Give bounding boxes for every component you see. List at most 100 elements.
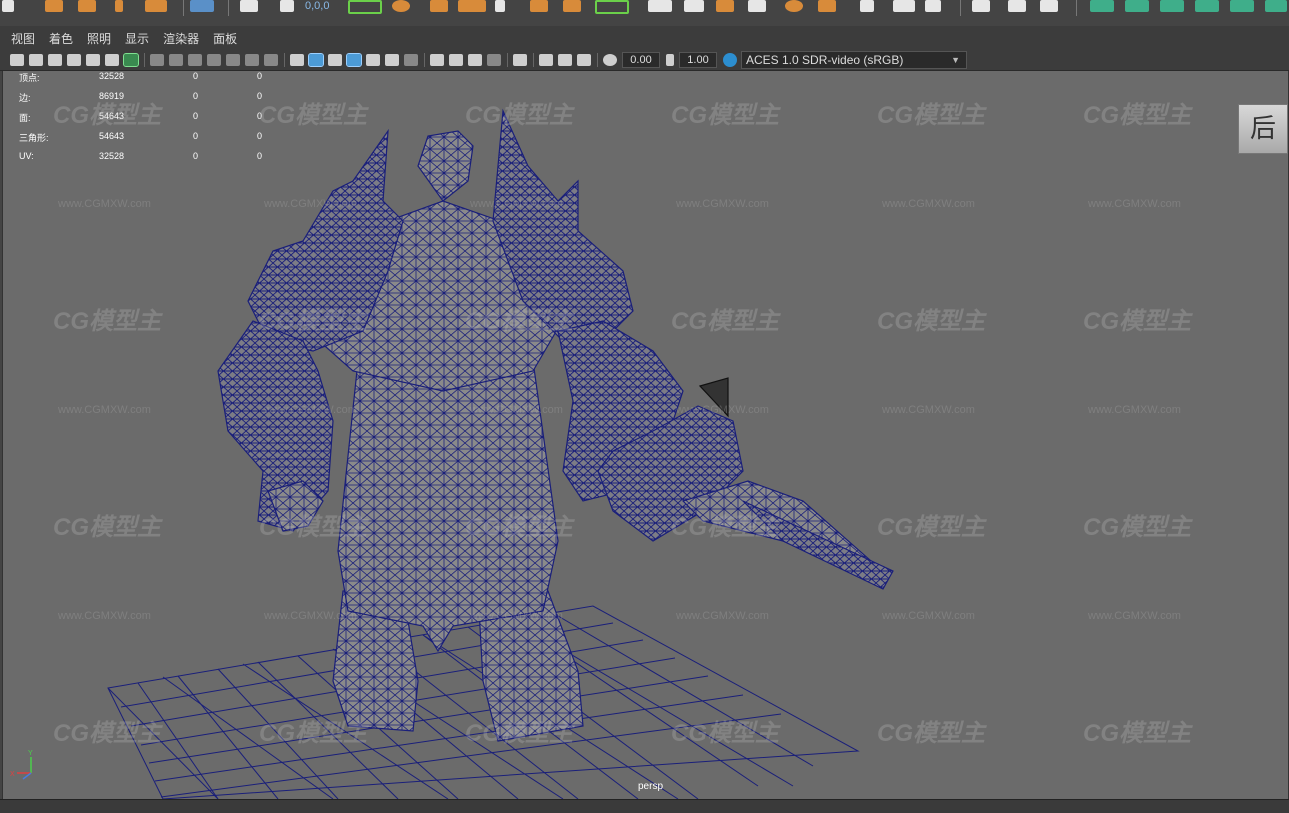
hud-stat-label: 顶点: xyxy=(19,73,40,83)
exposure-field[interactable]: 0.00 xyxy=(622,52,660,68)
use-all-lights-icon[interactable] xyxy=(385,54,399,66)
shelf-snap-icon[interactable] xyxy=(240,0,258,12)
shelf-uv4-icon[interactable] xyxy=(1195,0,1219,12)
shelf-uv6-icon[interactable] xyxy=(1265,0,1287,12)
wireframe-on-shaded-icon[interactable] xyxy=(346,53,362,67)
menu-renderer[interactable]: 渲染器 xyxy=(156,30,206,48)
shelf-cone-icon[interactable] xyxy=(563,0,581,12)
color-management-icon[interactable] xyxy=(723,53,737,67)
hud-stat-value: 0 xyxy=(193,71,199,81)
xray-icon[interactable] xyxy=(539,54,553,66)
shelf-plane-icon[interactable] xyxy=(495,0,505,12)
shelf-sphere-icon[interactable] xyxy=(430,0,448,12)
menu-lighting[interactable]: 照明 xyxy=(80,30,118,48)
safe-action-icon[interactable] xyxy=(245,54,259,66)
shelf-ball-icon[interactable] xyxy=(785,0,803,12)
shelf-cube-icon[interactable] xyxy=(458,0,486,12)
panel-header: 视图 着色 照明 显示 渲染器 面板 0.00 1.00 ACES 1.0 SD… xyxy=(0,26,1289,71)
camera-attributes-icon[interactable] xyxy=(29,54,43,66)
image-plane-icon[interactable] xyxy=(67,54,81,66)
shelf-bridge-icon[interactable] xyxy=(716,0,734,12)
menu-shading[interactable]: 着色 xyxy=(42,30,80,48)
bookmark-icon[interactable] xyxy=(48,54,62,66)
viewport-toolbar: 0.00 1.00 ACES 1.0 SDR-video (sRGB) ▼ xyxy=(10,51,967,69)
shelf-toolbar: 0,0,0 xyxy=(0,0,1289,27)
gamma-field[interactable]: 1.00 xyxy=(679,52,717,68)
shelf-move-icon[interactable] xyxy=(45,0,63,12)
hud-stat-label: 面: xyxy=(19,113,31,123)
toolbar-divider xyxy=(533,53,534,67)
viewport-persp[interactable]: 顶点: 32528 0 0 边: 86919 0 0 面: 54643 0 0 … xyxy=(2,71,1289,799)
shelf-nudge-icon[interactable] xyxy=(280,0,294,12)
screen-space-ao-icon[interactable] xyxy=(430,54,444,66)
resolution-gate-icon[interactable] xyxy=(188,54,202,66)
toolbar-divider xyxy=(284,53,285,67)
shelf-split-icon[interactable] xyxy=(818,0,836,12)
hud-stat-value: 32528 xyxy=(99,71,125,81)
toolbar-divider xyxy=(424,53,425,67)
shelf-extrude-icon[interactable] xyxy=(648,0,672,12)
xray-joints-icon[interactable] xyxy=(577,54,591,66)
shelf-pen-icon[interactable] xyxy=(972,0,990,12)
view-cube[interactable]: 后 xyxy=(1238,104,1288,154)
axis-z-line xyxy=(22,772,32,780)
hud-stat-label: UV: xyxy=(19,151,34,161)
shelf-shape-icon[interactable] xyxy=(145,0,167,12)
shelf-uv2-icon[interactable] xyxy=(1125,0,1149,12)
shelf-curve-icon[interactable] xyxy=(1040,0,1058,12)
smooth-shade-icon[interactable] xyxy=(308,53,324,67)
grease-pencil-icon[interactable] xyxy=(123,53,139,67)
shelf-merge-icon[interactable] xyxy=(748,0,766,12)
shelf-select-icon[interactable] xyxy=(348,0,382,14)
toolbar-divider xyxy=(144,53,145,67)
shelf-cylinder-icon[interactable] xyxy=(530,0,548,12)
safe-title-icon[interactable] xyxy=(264,54,278,66)
shelf-grid-icon[interactable] xyxy=(190,0,214,12)
wireframe-mode-icon[interactable] xyxy=(290,54,304,66)
hud-stat-value: 0 xyxy=(257,151,263,161)
shelf-bevel-icon[interactable] xyxy=(684,0,704,12)
gamma-icon[interactable] xyxy=(666,54,674,66)
shelf-combine-icon[interactable] xyxy=(595,0,629,14)
motion-blur-icon[interactable] xyxy=(449,54,463,66)
film-gate-icon[interactable] xyxy=(169,54,183,66)
grid-toggle-icon[interactable] xyxy=(150,54,164,66)
shelf-joint-icon[interactable] xyxy=(1008,0,1026,12)
menu-show[interactable]: 显示 xyxy=(118,30,156,48)
color-space-dropdown[interactable]: ACES 1.0 SDR-video (sRGB) ▼ xyxy=(741,51,967,69)
camera-name-label: persp xyxy=(638,781,664,792)
menu-view[interactable]: 视图 xyxy=(4,30,42,48)
shelf-divider xyxy=(960,0,961,16)
anti-aliasing-icon[interactable] xyxy=(468,54,482,66)
shelf-divider xyxy=(228,0,229,16)
shelf-rotate-icon[interactable] xyxy=(78,0,96,12)
field-chart-icon[interactable] xyxy=(226,54,240,66)
shelf-divider xyxy=(183,0,184,16)
xray-active-icon[interactable] xyxy=(558,54,572,66)
shelf-arrow-down-icon[interactable] xyxy=(860,0,874,12)
shelf-scale-icon[interactable] xyxy=(115,0,123,12)
toolbar-divider xyxy=(597,53,598,67)
shelf-menu-icon[interactable] xyxy=(2,0,14,12)
shelf-uv3-icon[interactable] xyxy=(1160,0,1184,12)
depth-of-field-icon[interactable] xyxy=(487,54,501,66)
two-d-pan-icon[interactable] xyxy=(105,54,119,66)
shelf-circle-icon[interactable] xyxy=(392,0,410,12)
camera-icon[interactable] xyxy=(10,54,24,66)
shelf-uv-icon[interactable] xyxy=(1090,0,1114,12)
axis-y-label: Y xyxy=(28,750,33,757)
isolate-select-icon[interactable] xyxy=(513,54,527,66)
textured-icon[interactable] xyxy=(366,54,380,66)
shelf-grid2-icon[interactable] xyxy=(925,0,941,12)
exposure-icon[interactable] xyxy=(603,54,617,66)
gate-mask-icon[interactable] xyxy=(207,54,221,66)
hud-stat-value: 0 xyxy=(257,111,263,121)
pan-zoom-icon[interactable] xyxy=(86,54,100,66)
scene-wireframe xyxy=(107,108,894,799)
default-material-icon[interactable] xyxy=(328,54,342,66)
menu-panels[interactable]: 面板 xyxy=(206,30,244,48)
shadows-icon[interactable] xyxy=(404,54,418,66)
shelf-uv5-icon[interactable] xyxy=(1230,0,1254,12)
shelf-mirror-icon[interactable] xyxy=(893,0,915,12)
hud-stat-label: 边: xyxy=(19,93,31,103)
